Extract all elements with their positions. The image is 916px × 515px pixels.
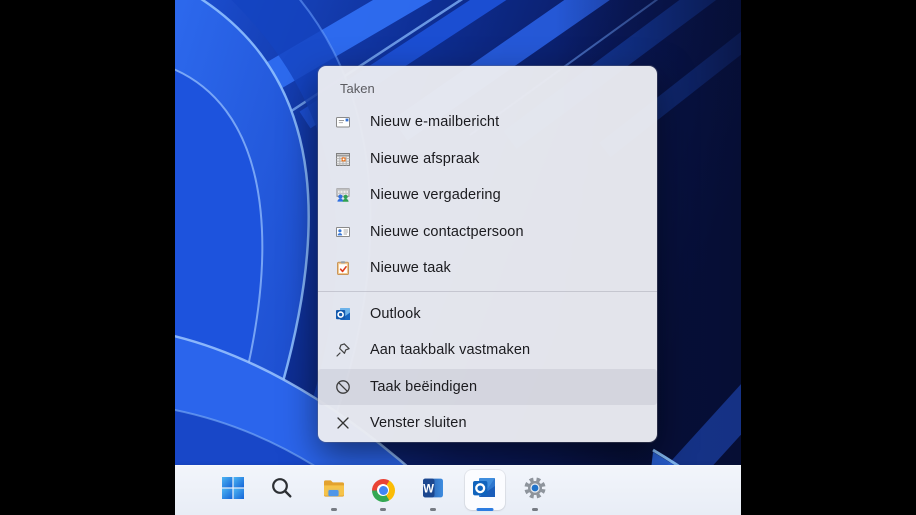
taskbar: W [175, 465, 741, 515]
menu-separator [318, 290, 657, 292]
outlook-icon [472, 475, 498, 506]
new-appointment-icon [335, 151, 351, 167]
menu-item-label: Nieuw e-mailbericht [370, 114, 500, 131]
menu-item-end-task[interactable]: Taak beëindigen [318, 368, 657, 405]
running-indicator [331, 508, 337, 511]
windows-start-icon [221, 476, 245, 505]
end-task-icon [335, 379, 351, 395]
settings-button[interactable] [515, 470, 555, 511]
menu-item-new-appointment[interactable]: Nieuwe afspraak [318, 141, 657, 178]
letterboxed-frame: Taken Nieuw e-mailbericht Nieuwe afspraa… [0, 0, 916, 515]
pin-icon [335, 342, 351, 358]
new-meeting-icon [335, 187, 351, 203]
menu-item-label: Taak beëindigen [370, 378, 478, 395]
running-indicator [380, 508, 386, 511]
running-indicator [430, 508, 436, 511]
start-button[interactable] [213, 470, 253, 510]
desktop: Taken Nieuw e-mailbericht Nieuwe afspraa… [175, 0, 741, 515]
search-icon [270, 476, 294, 505]
menu-item-label: Aan taakbalk vastmaken [370, 342, 531, 359]
menu-item-new-meeting[interactable]: Nieuwe vergadering [318, 177, 657, 214]
new-contact-icon [335, 224, 351, 240]
menu-item-pin-to-taskbar[interactable]: Aan taakbalk vastmaken [318, 332, 657, 369]
new-task-icon [335, 260, 351, 276]
jumplist-section-title: Taken [340, 80, 375, 96]
settings-gear-icon [523, 476, 547, 505]
menu-item-new-email[interactable]: Nieuw e-mailbericht [318, 104, 657, 141]
chrome-button[interactable] [363, 470, 403, 511]
new-email-icon [335, 114, 351, 130]
menu-item-outlook[interactable]: Outlook [318, 296, 657, 333]
svg-text:W: W [423, 483, 434, 495]
active-indicator [476, 508, 494, 511]
jumplist-menu: Taken Nieuw e-mailbericht Nieuwe afspraa… [318, 66, 657, 442]
file-explorer-icon [322, 476, 346, 505]
menu-item-label: Nieuwe taak [370, 260, 451, 277]
outlook-button[interactable] [465, 470, 505, 511]
running-indicator [532, 508, 538, 511]
menu-item-label: Venster sluiten [370, 415, 467, 432]
menu-item-label: Outlook [370, 305, 421, 322]
search-button[interactable] [262, 470, 302, 510]
close-icon [335, 415, 351, 431]
menu-item-label: Nieuwe afspraak [370, 150, 480, 167]
file-explorer-button[interactable] [314, 470, 354, 511]
menu-item-label: Nieuwe contactpersoon [370, 223, 524, 240]
menu-item-label: Nieuwe vergadering [370, 187, 501, 204]
word-button[interactable]: W [413, 470, 453, 511]
word-icon: W [421, 476, 445, 505]
outlook-icon [335, 306, 351, 322]
menu-item-new-contact[interactable]: Nieuwe contactpersoon [318, 214, 657, 251]
chrome-icon [371, 478, 395, 502]
menu-item-new-task[interactable]: Nieuwe taak [318, 250, 657, 287]
menu-item-close-window[interactable]: Venster sluiten [318, 405, 657, 442]
